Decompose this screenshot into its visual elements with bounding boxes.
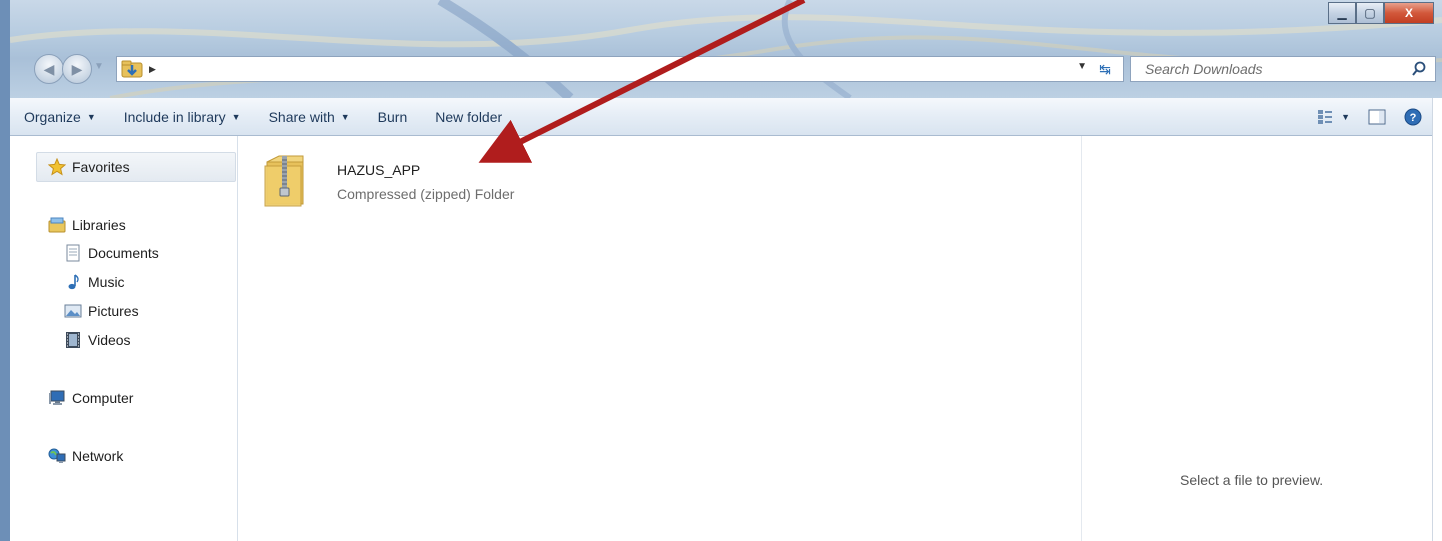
preview-pane-icon[interactable] [1368, 109, 1386, 125]
sidebar-item-network[interactable]: Network [48, 447, 123, 465]
sidebar-item-favorites[interactable]: Favorites [48, 158, 130, 176]
documents-label: Documents [88, 245, 159, 261]
sidebar-item-videos[interactable]: Videos [64, 331, 131, 349]
downloads-folder-icon [121, 60, 143, 78]
sidebar-item-documents[interactable]: Documents [64, 244, 159, 262]
organize-button[interactable]: Organize ▼ [10, 98, 110, 135]
view-options-icon [1318, 110, 1333, 124]
forward-button[interactable]: ▶ [62, 54, 92, 84]
pictures-label: Pictures [88, 303, 139, 319]
address-history-dropdown[interactable]: ▼ [1077, 61, 1087, 72]
navigation-pane: Favorites Libraries Documents Music Pict… [10, 136, 238, 541]
search-icon[interactable] [1411, 61, 1427, 77]
window-left-border [0, 98, 10, 541]
documents-icon [66, 244, 80, 262]
burn-label: Burn [377, 108, 408, 125]
organize-label: Organize [24, 108, 81, 125]
include-in-library-button[interactable]: Include in library ▼ [110, 98, 255, 135]
breadcrumb-arrow-icon[interactable]: ▶ [149, 64, 156, 75]
back-arrow-icon: ◀ [43, 60, 55, 77]
computer-label: Computer [72, 390, 134, 406]
address-bar[interactable]: ▶ ▼ ↹ [116, 56, 1124, 82]
forward-arrow-icon: ▶ [71, 60, 83, 77]
chevron-down-icon: ▼ [1341, 112, 1350, 122]
file-type: Compressed (zipped) Folder [337, 186, 515, 202]
computer-icon [49, 390, 65, 405]
sidebar-item-libraries[interactable]: Libraries [48, 216, 126, 234]
libraries-label: Libraries [72, 217, 126, 233]
libraries-icon [48, 217, 66, 233]
chevron-down-icon: ▼ [340, 111, 350, 122]
window-titlebar: ▁ ▢ X ◀ ▶ ▼ ▶ ▼ ↹ Search Downloads [0, 0, 1442, 98]
recent-pages-dropdown[interactable]: ▼ [94, 61, 104, 72]
music-icon [68, 274, 79, 290]
search-input[interactable]: Search Downloads [1130, 56, 1436, 82]
svg-text:?: ? [1410, 112, 1417, 124]
back-button[interactable]: ◀ [34, 54, 64, 84]
pictures-icon [64, 304, 82, 318]
preview-pane: Select a file to preview. [1081, 136, 1432, 541]
refresh-button[interactable]: ↹ [1093, 58, 1117, 80]
videos-icon [66, 332, 80, 348]
window-right-border [1432, 98, 1442, 541]
preview-message: Select a file to preview. [1180, 472, 1324, 488]
navigation-row: ◀ ▶ ▼ ▶ ▼ ↹ Search Downloads [30, 52, 1440, 86]
chevron-down-icon: ▼ [86, 111, 96, 122]
command-bar: Organize ▼ Include in library ▼ Share wi… [10, 98, 1442, 136]
favorites-label: Favorites [72, 159, 130, 175]
share-with-button[interactable]: Share with ▼ [255, 98, 364, 135]
new-folder-label: New folder [435, 108, 503, 125]
maximize-button[interactable]: ▢ [1356, 2, 1384, 24]
command-bar-right: ▼ ? [1317, 98, 1422, 136]
window-controls: ▁ ▢ X [1328, 2, 1434, 24]
new-folder-button[interactable]: New folder [421, 98, 516, 135]
help-icon[interactable]: ? [1404, 108, 1422, 126]
burn-button[interactable]: Burn [364, 98, 422, 135]
file-name: HAZUS_APP [337, 162, 421, 178]
videos-label: Videos [88, 332, 131, 348]
music-label: Music [88, 274, 125, 290]
sidebar-item-music[interactable]: Music [64, 273, 125, 291]
include-in-library-label: Include in library [123, 108, 226, 125]
search-placeholder: Search Downloads [1145, 61, 1263, 77]
view-options-button[interactable]: ▼ [1317, 109, 1350, 125]
chevron-down-icon: ▼ [231, 111, 241, 122]
sidebar-item-computer[interactable]: Computer [48, 389, 133, 407]
star-icon [48, 158, 66, 176]
network-icon [48, 448, 66, 463]
file-list-pane: HAZUS_APP Compressed (zipped) Folder [239, 136, 1081, 541]
minimize-button[interactable]: ▁ [1328, 2, 1356, 24]
network-label: Network [72, 448, 124, 464]
refresh-icon: ↹ [1099, 60, 1111, 77]
share-with-label: Share with [268, 108, 335, 125]
close-button[interactable]: X [1384, 2, 1434, 24]
sidebar-item-pictures[interactable]: Pictures [64, 302, 139, 320]
zip-folder-icon [264, 155, 304, 207]
